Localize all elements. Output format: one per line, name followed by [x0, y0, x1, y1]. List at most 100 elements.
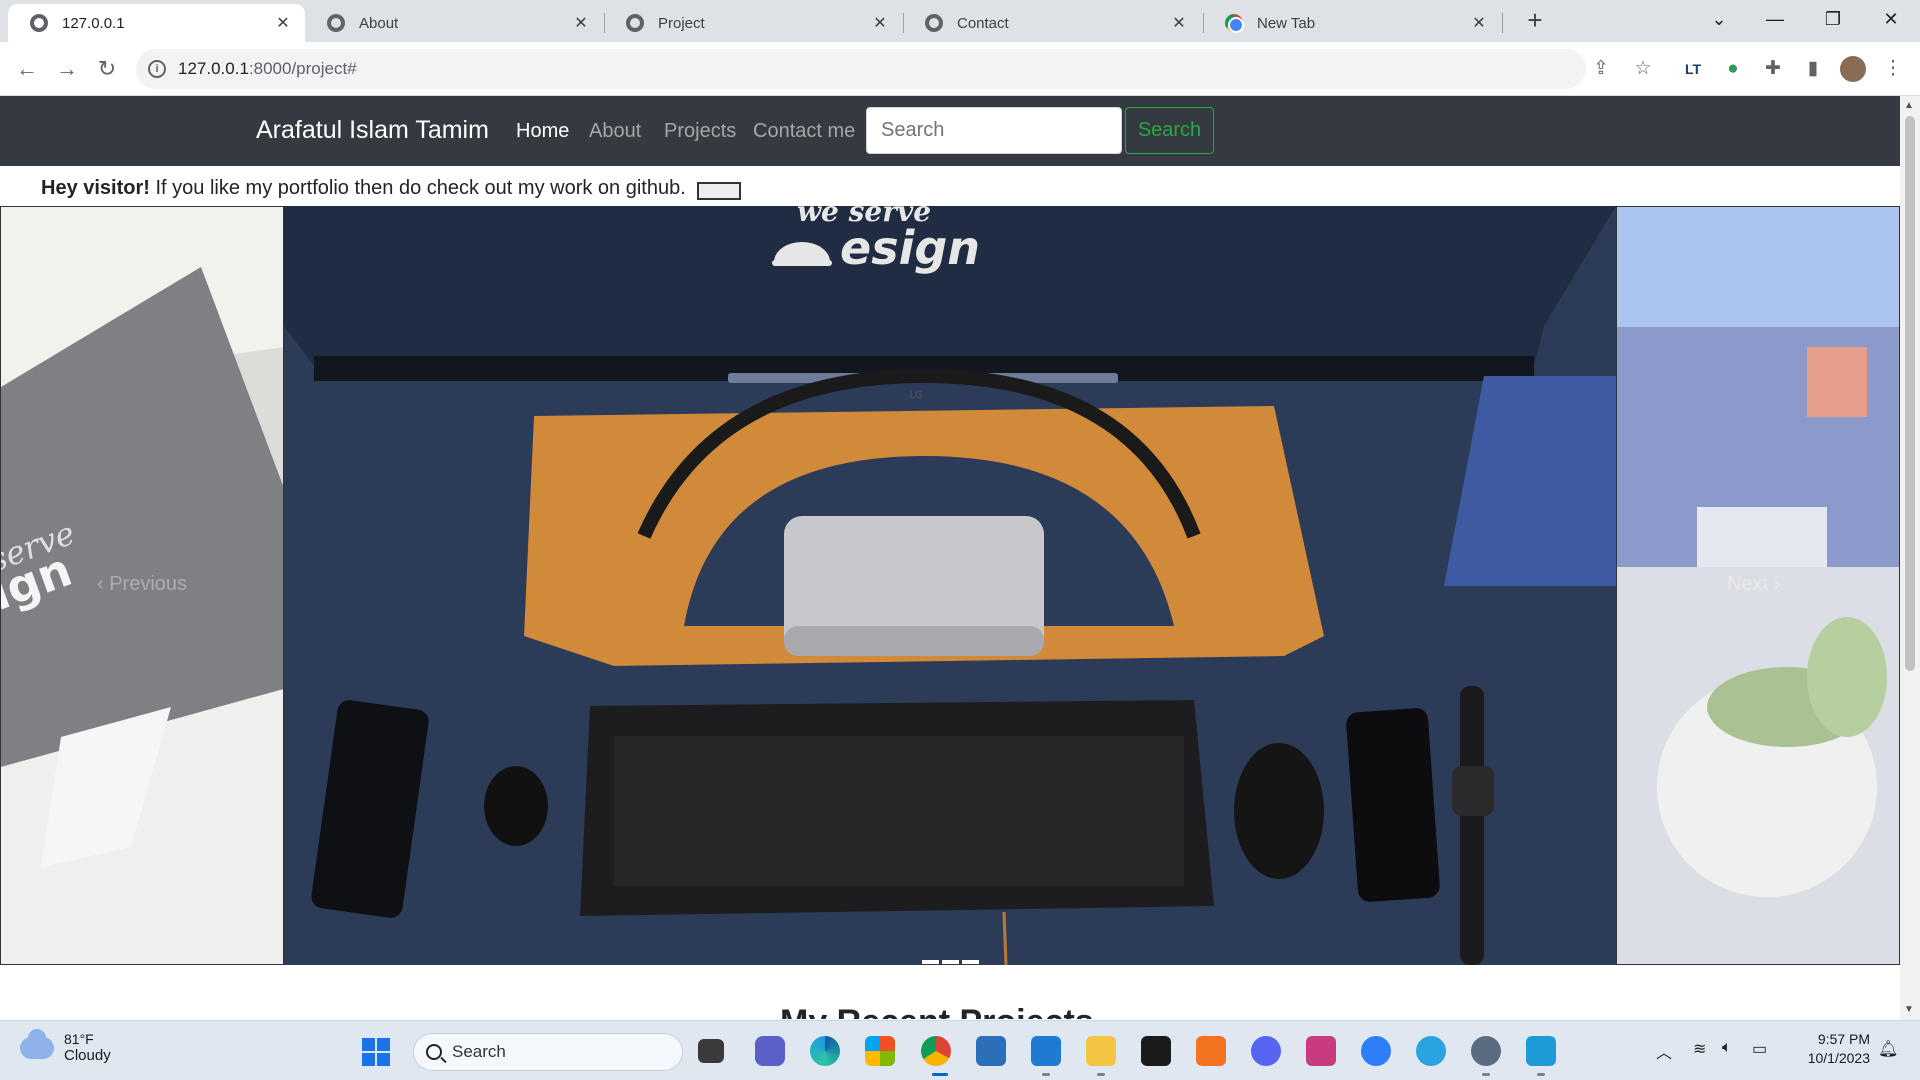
- browser-tab[interactable]: About ✕: [305, 4, 603, 42]
- system-clock[interactable]: 9:57 PM 10/1/2023: [1790, 1030, 1870, 1068]
- scroll-down-arrow-icon[interactable]: ▼: [1904, 1004, 1914, 1015]
- notepad-icon[interactable]: [1526, 1036, 1556, 1066]
- alert-strong: Hey visitor!: [41, 177, 150, 199]
- volume-icon[interactable]: 🔈︎: [1722, 1039, 1732, 1057]
- carousel-prev-control[interactable]: ‹ Previous: [97, 573, 187, 596]
- globe-icon: [925, 14, 943, 32]
- extension-lt-icon[interactable]: LT: [1680, 56, 1706, 82]
- nav-link-home[interactable]: Home: [516, 120, 569, 143]
- telegram-icon[interactable]: [1416, 1036, 1446, 1066]
- edge-icon[interactable]: [810, 1036, 840, 1066]
- browser-tab-strip: 127.0.0.1 ✕ About ✕ Project ✕ Contact ✕ …: [0, 0, 1920, 42]
- carousel-prev-slide: serve ign ‹ Previous: [0, 206, 284, 965]
- app-indicator: [1042, 1073, 1050, 1076]
- close-icon[interactable]: ✕: [1169, 13, 1189, 33]
- page-scrollbar[interactable]: ▲ ▼: [1900, 96, 1920, 1020]
- restore-button[interactable]: ❐: [1810, 0, 1856, 40]
- store-icon[interactable]: [865, 1036, 895, 1066]
- terminal-icon[interactable]: [1141, 1036, 1171, 1066]
- share-icon[interactable]: ⇪: [1588, 56, 1614, 82]
- site-navbar: Arafatul Islam Tamim Home About Projects…: [0, 96, 1900, 166]
- browser-tab[interactable]: Project ✕: [604, 4, 902, 42]
- xampp-icon[interactable]: [1196, 1036, 1226, 1066]
- tab-title: Project: [658, 14, 705, 32]
- wifi-icon[interactable]: ≋: [1693, 1039, 1706, 1059]
- profile-avatar[interactable]: [1840, 56, 1866, 82]
- taskbar-search-label: Search: [452, 1042, 506, 1061]
- close-icon[interactable]: ✕: [1469, 13, 1489, 33]
- alert-close-button[interactable]: [697, 182, 742, 200]
- browser-tab[interactable]: Contact ✕: [903, 4, 1201, 42]
- desk-setup-image: we serve esign LG: [284, 206, 1616, 965]
- minimize-button[interactable]: —: [1752, 0, 1798, 40]
- browser-tab[interactable]: 127.0.0.1 ✕: [8, 4, 305, 42]
- visitor-alert: Hey visitor! If you like my portfolio th…: [41, 177, 742, 200]
- app-indicator: [1537, 1073, 1545, 1076]
- carousel-indicators: [922, 960, 979, 964]
- chrome-icon[interactable]: [921, 1036, 951, 1066]
- nav-link-about[interactable]: About: [589, 120, 641, 143]
- site-search-input[interactable]: [866, 107, 1122, 154]
- monitor-logo: esign: [840, 221, 980, 275]
- scroll-thumb[interactable]: [1905, 116, 1915, 671]
- close-icon[interactable]: ✕: [273, 13, 293, 33]
- globe-icon: [626, 14, 644, 32]
- carousel-next-control[interactable]: Next ›: [1727, 573, 1780, 596]
- close-icon[interactable]: ✕: [870, 13, 890, 33]
- virtualbox-icon[interactable]: [976, 1036, 1006, 1066]
- carousel-indicator[interactable]: [962, 960, 979, 964]
- carousel-indicator[interactable]: [922, 960, 939, 964]
- bookmark-star-icon[interactable]: ☆: [1630, 56, 1656, 82]
- weather-desc: Cloudy: [64, 1047, 111, 1064]
- extensions-puzzle-icon[interactable]: ✚: [1760, 56, 1786, 82]
- scroll-up-arrow-icon[interactable]: ▲: [1904, 100, 1914, 111]
- teams-icon[interactable]: [755, 1036, 785, 1066]
- tab-title: 127.0.0.1: [62, 14, 125, 32]
- nav-link-contact[interactable]: Contact me: [753, 120, 855, 143]
- vscode-icon[interactable]: [1031, 1036, 1061, 1066]
- discord-icon[interactable]: [1251, 1036, 1281, 1066]
- chevron-up-icon[interactable]: ︿: [1656, 1039, 1672, 1063]
- settings-gear-icon[interactable]: [1471, 1036, 1501, 1066]
- active-app-indicator: [932, 1073, 948, 1076]
- windows-taskbar: 81°F Cloudy Search ︿ ≋ 🔈︎ ▭ 9:57 PM 10/1…: [0, 1020, 1920, 1080]
- back-arrow-icon[interactable]: ←: [12, 54, 42, 84]
- url-host: 127.0.0.1: [178, 59, 249, 78]
- site-info-icon[interactable]: i: [148, 60, 166, 78]
- url-text[interactable]: 127.0.0.1:8000/project#: [178, 59, 357, 79]
- address-bar[interactable]: i 127.0.0.1:8000/project#: [136, 49, 1586, 89]
- globe-icon: [327, 14, 345, 32]
- browser-tab[interactable]: New Tab ✕: [1203, 4, 1501, 42]
- forward-arrow-icon[interactable]: →: [52, 54, 82, 84]
- nav-link-projects[interactable]: Projects: [664, 120, 736, 143]
- site-brand[interactable]: Arafatul Islam Tamim: [256, 116, 489, 145]
- carousel-active-slide: we serve esign LG: [284, 206, 1616, 965]
- taskbar-search[interactable]: Search: [413, 1033, 683, 1071]
- battery-icon[interactable]: ▭: [1752, 1039, 1767, 1059]
- reload-icon[interactable]: ↻: [92, 54, 122, 84]
- snipping-tool-icon[interactable]: [1306, 1036, 1336, 1066]
- extension-grammar-icon[interactable]: ●: [1720, 56, 1746, 82]
- notification-bell-icon[interactable]: 🔔︎: [1878, 1039, 1898, 1059]
- menu-kebab-icon[interactable]: ⋮: [1880, 56, 1906, 82]
- prev-label: Previous: [109, 573, 188, 595]
- tab-title: Contact: [957, 14, 1009, 32]
- tab-title: New Tab: [1257, 14, 1316, 32]
- window-close-button[interactable]: ✕: [1868, 0, 1914, 40]
- tab-search-chevron-icon[interactable]: ⌄: [1696, 0, 1742, 40]
- windows-start-icon[interactable]: [362, 1038, 390, 1066]
- task-view-icon[interactable]: [698, 1039, 724, 1063]
- side-panel-icon[interactable]: ▮: [1800, 56, 1826, 82]
- weather-widget[interactable]: 81°F Cloudy: [20, 1028, 111, 1064]
- new-tab-button[interactable]: +: [1520, 6, 1550, 36]
- clock-time: 9:57 PM: [1817, 1031, 1870, 1047]
- carousel-indicator[interactable]: [942, 960, 959, 964]
- search-icon: [426, 1044, 442, 1060]
- file-explorer-icon[interactable]: [1086, 1036, 1116, 1066]
- close-icon[interactable]: ✕: [571, 13, 591, 33]
- next-label: Next: [1727, 573, 1769, 595]
- site-search-button[interactable]: Search: [1125, 107, 1214, 154]
- browser-toolbar: ← → ↻ i 127.0.0.1:8000/project# ⇪ ☆ LT ●…: [0, 42, 1920, 96]
- section-heading: My Recent Projects: [780, 1003, 1094, 1019]
- cloud-sync-icon[interactable]: [1361, 1036, 1391, 1066]
